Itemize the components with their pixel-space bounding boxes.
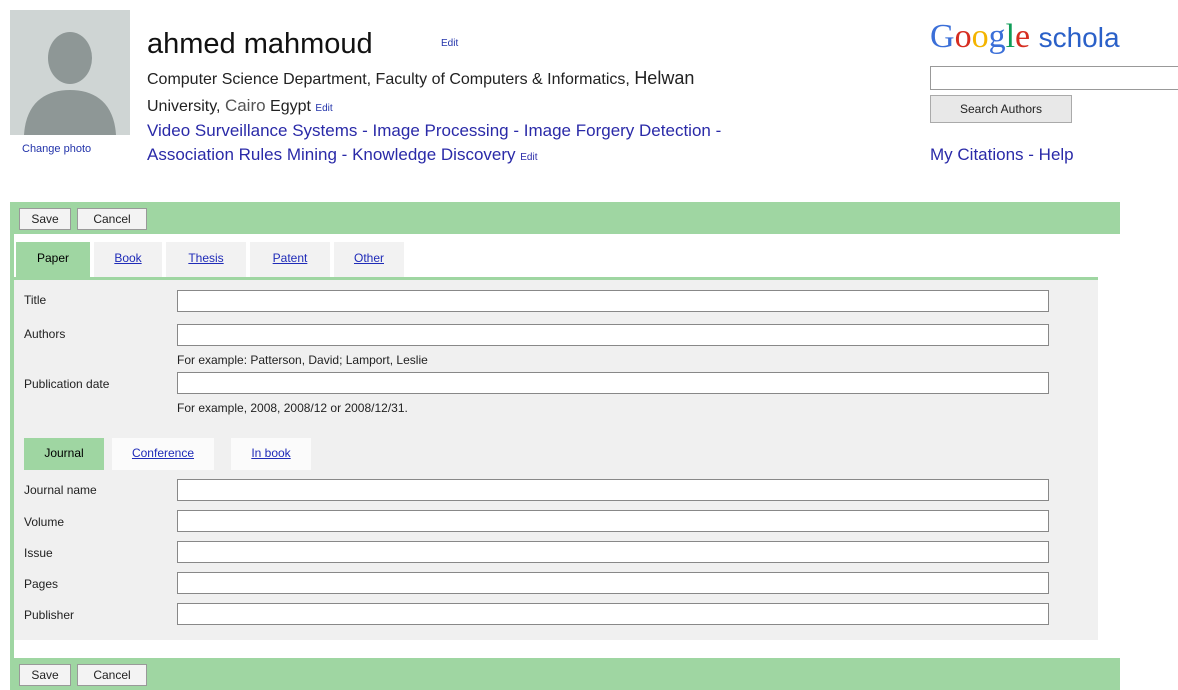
edit-affiliation-link[interactable]: Edit [315,103,332,114]
bottom-action-bar: Save Cancel [10,658,1120,690]
issue-label: Issue [24,546,53,560]
affiliation-country: Egypt [270,98,311,115]
affiliation-line-2: University, Cairo Egypt Edit [147,96,333,116]
authors-label: Authors [24,327,66,341]
affiliation-part-3: University, [147,98,221,115]
publication-date-field[interactable] [177,372,1049,394]
edit-name-link[interactable]: Edit [441,38,458,49]
title-field[interactable] [177,290,1049,312]
journal-name-label: Journal name [24,483,97,497]
issue-field[interactable] [177,541,1049,563]
publication-date-label: Publication date [24,377,110,391]
save-button[interactable]: Save [19,664,71,686]
affiliation-city: Cairo [224,96,266,115]
authors-hint: For example: Patterson, David; Lamport, … [177,353,428,367]
publication-date-hint: For example, 2008, 2008/12 or 2008/12/31… [177,401,408,415]
interest-link[interactable]: Image Forgery Detection [524,121,711,140]
interest-link[interactable]: Image Processing [373,121,509,140]
profile-photo [10,10,130,135]
change-photo-link[interactable]: Change photo [22,143,91,155]
tab-thesis[interactable]: Thesis [166,242,246,277]
tab-paper[interactable]: Paper [16,242,90,277]
interest-link[interactable]: Video Surveillance Systems [147,121,357,140]
interests-line-2: Association Rules Mining - Knowledge Dis… [147,145,538,165]
google-logo-text: Google [930,18,1030,55]
logo-letter: o [954,18,972,55]
logo-letter: o [971,18,989,55]
authors-field[interactable] [177,324,1049,346]
publisher-field[interactable] [177,603,1049,625]
pages-label: Pages [24,577,59,591]
affiliation-part-1: Computer Science Department, Faculty of … [147,71,630,88]
edit-interests-link[interactable]: Edit [520,152,537,163]
tab-journal[interactable]: Journal [24,438,104,470]
journal-name-field[interactable] [177,479,1049,501]
save-button[interactable]: Save [19,208,71,230]
interest-link[interactable]: Association Rules Mining [147,145,337,164]
title-label: Title [24,293,47,307]
logo-letter: g [988,18,1006,55]
links-separator: - [1028,145,1034,164]
volume-label: Volume [24,515,65,529]
interest-separator: - [513,121,520,140]
author-search-input[interactable] [930,66,1178,90]
tab-conference[interactable]: Conference [112,438,214,470]
tab-other[interactable]: Other [334,242,404,277]
interests-line-1: Video Surveillance Systems - Image Proce… [147,121,721,141]
tab-in-book[interactable]: In book [231,438,311,470]
tab-book[interactable]: Book [94,242,162,277]
logo-letter: G [930,18,955,55]
my-citations-help-links: My Citations - Help [930,145,1074,165]
publisher-label: Publisher [24,608,75,622]
cancel-button[interactable]: Cancel [77,208,147,230]
affiliation-part-2: Helwan [634,68,695,88]
cancel-button[interactable]: Cancel [77,664,147,686]
scholar-logo-word: schola [1038,22,1120,53]
interest-separator: - [341,145,348,164]
affiliation-line-1: Computer Science Department, Faculty of … [147,68,694,89]
help-link[interactable]: Help [1039,145,1074,164]
interest-separator: - [715,121,722,140]
interest-link[interactable]: Knowledge Discovery [352,145,515,164]
tab-patent[interactable]: Patent [250,242,330,277]
google-scholar-logo[interactable]: Google schola [930,18,1120,56]
avatar-silhouette-icon [10,10,130,135]
logo-letter: e [1015,18,1031,55]
pages-field[interactable] [177,572,1049,594]
my-citations-link[interactable]: My Citations [930,145,1024,164]
logo-letter: l [1005,18,1016,55]
volume-field[interactable] [177,510,1049,532]
search-authors-button[interactable]: Search Authors [930,95,1072,123]
top-action-bar: Save Cancel [10,202,1120,234]
profile-name: ahmed mahmoud [147,28,373,60]
interest-separator: - [362,121,368,140]
